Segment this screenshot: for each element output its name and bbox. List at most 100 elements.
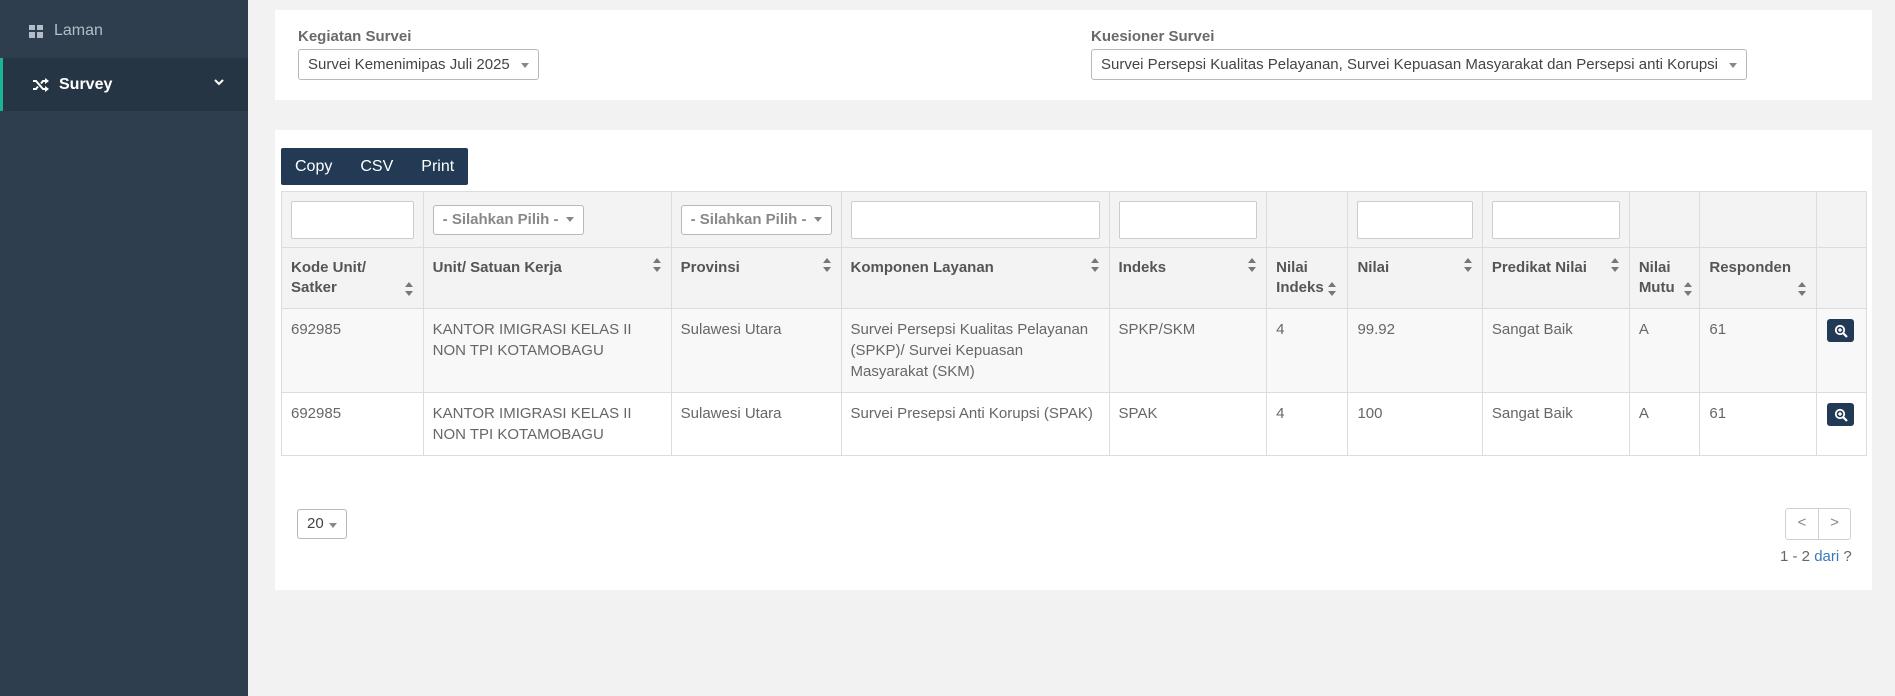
cell-nilai-mutu: A (1628, 392, 1701, 456)
sidebar-item-label: Survey (59, 75, 113, 93)
kegiatan-select-value: Survei Kemenimipas Juli 2025 (308, 56, 510, 73)
sidebar-item-survey[interactable]: Survey (0, 58, 248, 111)
cell-unit: KANTOR IMIGRASI KELAS II NON TPI KOTAMOB… (422, 308, 672, 393)
sort-icon (1248, 258, 1257, 272)
nilai-filter-input[interactable] (1357, 200, 1473, 239)
prev-page-button[interactable]: < (1786, 509, 1818, 539)
cell-kode: 692985 (281, 308, 424, 393)
caret-down-icon (329, 523, 337, 528)
cell-predikat: Sangat Baik (1481, 392, 1630, 456)
kode-filter-input[interactable] (291, 200, 414, 239)
zoom-in-icon (1834, 324, 1848, 338)
csv-button[interactable]: CSV (346, 148, 407, 185)
cell-unit: KANTOR IMIGRASI KELAS II NON TPI KOTAMOB… (422, 392, 672, 456)
provinsi-filter-select[interactable]: - Silahkan Pilih - (680, 204, 832, 235)
column-filter-row: - Silahkan Pilih - - Silahkan Pilih - (281, 191, 1867, 248)
filter-cell (1108, 191, 1268, 248)
predikat-filter-input[interactable] (1491, 200, 1620, 239)
filter-cell (1699, 191, 1818, 248)
cell-action (1816, 308, 1867, 393)
caret-down-icon (520, 63, 529, 68)
cell-indeks: SPKP/SKM (1108, 308, 1268, 393)
cell-nilai-indeks: 4 (1266, 308, 1349, 393)
indeks-filter-input[interactable] (1118, 200, 1258, 239)
filter-cell (1628, 191, 1701, 248)
sidebar-item-laman[interactable]: Laman (0, 8, 248, 54)
kuesioner-select-value: Survei Persepsi Kualitas Pelayanan, Surv… (1101, 56, 1719, 73)
header-label: Responden (1709, 259, 1792, 276)
header-label: Predikat Nilai (1491, 259, 1587, 276)
sort-icon (1463, 258, 1472, 272)
caret-down-icon (565, 216, 574, 222)
kuesioner-select[interactable]: Survei Persepsi Kualitas Pelayanan, Surv… (1091, 49, 1748, 80)
sidebar-item-label: Laman (54, 22, 103, 39)
copy-button[interactable]: Copy (281, 148, 346, 185)
view-detail-button[interactable] (1827, 319, 1855, 342)
header-provinsi[interactable]: Provinsi (670, 247, 842, 309)
cell-provinsi: Sulawesi Utara (670, 392, 842, 456)
sort-icon (1090, 258, 1099, 272)
caret-down-icon (813, 216, 822, 222)
header-nilai-mutu[interactable]: Nilai Mutu (1628, 247, 1701, 309)
cell-action (1816, 392, 1867, 456)
pager: < > (1785, 508, 1851, 540)
header-nilai-indeks[interactable]: Nilai Indeks (1266, 247, 1349, 309)
filter-cell: - Silahkan Pilih - (670, 191, 842, 248)
cell-responden: 61 (1699, 308, 1818, 393)
next-page-button[interactable]: > (1818, 509, 1850, 539)
results-panel: Copy CSV Print - Silahkan Pilih - - Sila… (275, 130, 1872, 590)
header-label: Nilai (1357, 259, 1390, 276)
print-button[interactable]: Print (407, 148, 468, 185)
filter-cell: - Silahkan Pilih - (422, 191, 672, 248)
filter-cell (281, 191, 424, 248)
header-kode[interactable]: Kode Unit/ Satker (281, 247, 424, 309)
header-unit[interactable]: Unit/ Satuan Kerja (422, 247, 672, 309)
header-indeks[interactable]: Indeks (1108, 247, 1268, 309)
shuffle-icon (33, 77, 49, 93)
sort-icon (1610, 258, 1619, 272)
filter-cell (1347, 191, 1483, 248)
header-label: Nilai Mutu (1638, 259, 1675, 296)
page-size-select[interactable]: 20 (297, 509, 347, 539)
pagination-info: 1 - 2 dari ? (1780, 548, 1852, 565)
provinsi-filter-placeholder: - Silahkan Pilih - (690, 210, 807, 228)
chevron-down-icon[interactable] (212, 75, 226, 89)
header-label: Kode Unit/ Satker (291, 259, 366, 296)
header-komponen[interactable]: Komponen Layanan (840, 247, 1110, 309)
komponen-filter-input[interactable] (850, 200, 1100, 239)
kegiatan-select[interactable]: Survei Kemenimipas Juli 2025 (298, 49, 539, 80)
pagination-of-link[interactable]: dari (1814, 548, 1839, 565)
caret-down-icon (1729, 63, 1738, 68)
view-detail-button[interactable] (1827, 403, 1855, 426)
header-nilai[interactable]: Nilai (1347, 247, 1483, 309)
header-label: Provinsi (680, 259, 740, 276)
results-table: - Silahkan Pilih - - Silahkan Pilih - Ko… (281, 191, 1867, 456)
sort-icon (822, 258, 831, 272)
cell-komponen: Survei Persepsi Kualitas Pelayanan (SPKP… (840, 308, 1110, 393)
header-responden[interactable]: Responden (1699, 247, 1818, 309)
unit-filter-select[interactable]: - Silahkan Pilih - (432, 204, 584, 235)
filter-cell (1481, 191, 1630, 248)
zoom-in-icon (1834, 408, 1848, 422)
cell-nilai: 100 (1347, 392, 1483, 456)
cell-predikat: Sangat Baik (1481, 308, 1630, 393)
filter-cell (840, 191, 1110, 248)
sort-icon (1798, 282, 1807, 296)
cell-kode: 692985 (281, 392, 424, 456)
sort-icon (652, 258, 661, 272)
table-row: 692985 KANTOR IMIGRASI KELAS II NON TPI … (281, 308, 1867, 393)
sort-icon (404, 282, 413, 296)
header-label: Nilai Indeks (1276, 259, 1324, 296)
cell-nilai-indeks: 4 (1266, 392, 1349, 456)
sort-icon (1328, 282, 1337, 296)
cell-nilai-mutu: A (1628, 308, 1701, 393)
header-predikat[interactable]: Predikat Nilai (1481, 247, 1630, 309)
cell-provinsi: Sulawesi Utara (670, 308, 842, 393)
cell-nilai: 99.92 (1347, 308, 1483, 393)
filter-cell (1266, 191, 1349, 248)
sidebar: Laman Survey (0, 0, 248, 696)
pagination-total: ? (1843, 548, 1852, 565)
cell-komponen: Survei Presepsi Anti Korupsi (SPAK) (840, 392, 1110, 456)
sort-icon (1684, 282, 1693, 296)
page-size-value: 20 (307, 515, 324, 532)
